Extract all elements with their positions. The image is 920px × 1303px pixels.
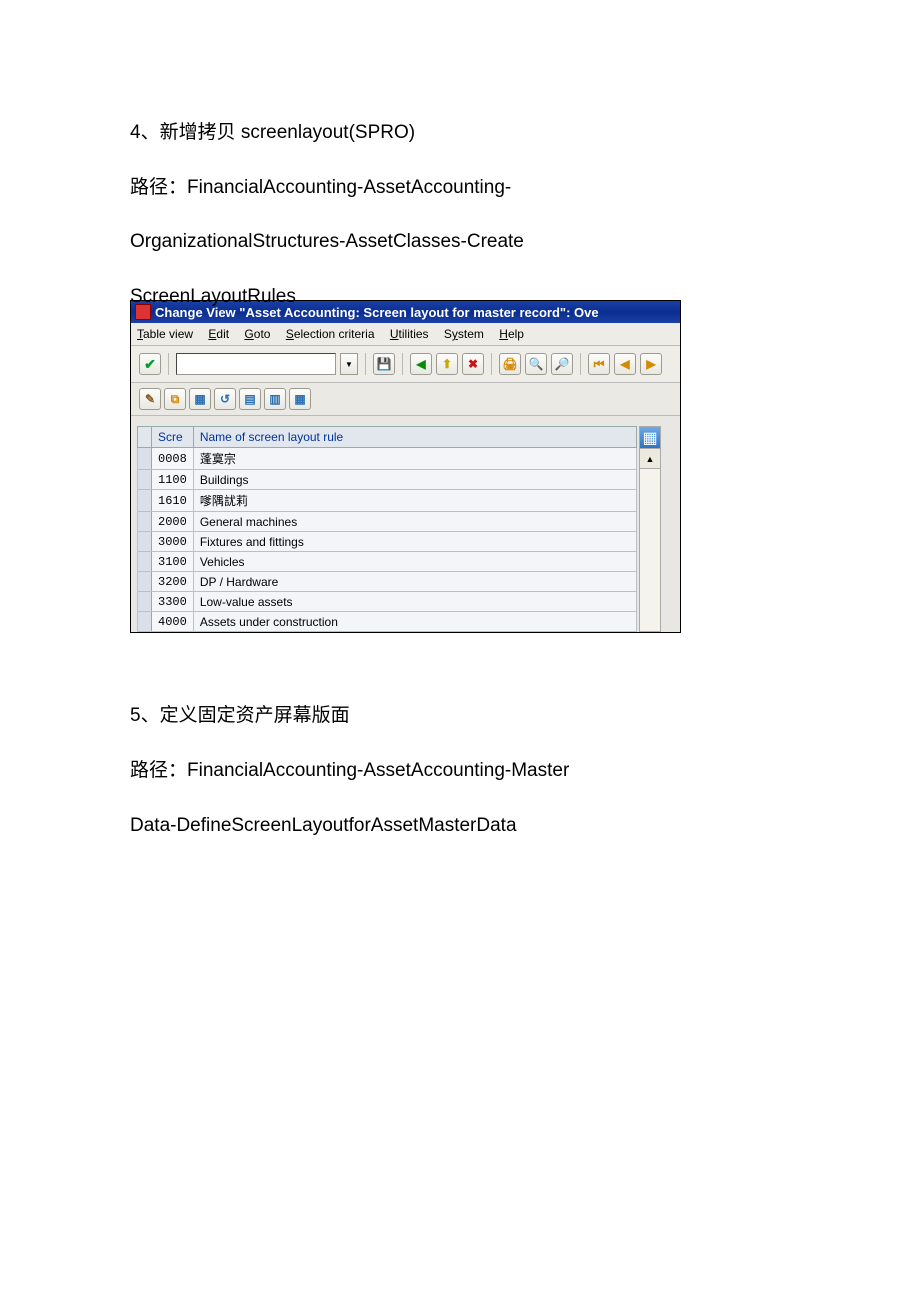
find-icon[interactable]: 🔍 (525, 353, 547, 375)
cell-name[interactable]: DP / Hardware (193, 572, 636, 592)
row-selector[interactable] (138, 490, 152, 512)
table-row[interactable]: 3300Low-value assets (138, 592, 637, 612)
row-selector[interactable] (138, 532, 152, 552)
application-toolbar: ✎ ⧉ ▦ ↺ ▤ ▥ ▦ (131, 383, 680, 416)
table-scrollbar[interactable]: ▦ ▲ (639, 426, 661, 632)
cell-name[interactable]: 嗲隅訧莉 (193, 490, 636, 512)
section4-heading: 4、新增拷贝 screenlayout(SPRO) (130, 120, 790, 147)
cancel-icon[interactable]: ✖ (462, 353, 484, 375)
exit-icon[interactable]: ⬆ (436, 353, 458, 375)
screen-layout-table: Scre Name of screen layout rule 0008 蓬寞宗… (137, 426, 637, 632)
row-selector[interactable] (138, 552, 152, 572)
cell-name[interactable]: Low-value assets (193, 592, 636, 612)
next-page-icon[interactable]: ▶ (640, 353, 662, 375)
table-area: Scre Name of screen layout rule 0008 蓬寞宗… (131, 416, 680, 632)
cell-name[interactable]: Fixtures and fittings (193, 532, 636, 552)
table-row[interactable]: 0008 蓬寞宗 (138, 448, 637, 470)
cell-code[interactable]: 3000 (152, 532, 194, 552)
row-selector[interactable] (138, 592, 152, 612)
undo-icon[interactable]: ↺ (214, 388, 236, 410)
cell-code[interactable]: 3300 (152, 592, 194, 612)
menu-bar: TTable viewable view Edit Goto Selection… (131, 323, 680, 346)
cell-code[interactable]: 2000 (152, 512, 194, 532)
cell-name[interactable]: Assets under construction (193, 612, 636, 632)
menu-table-view[interactable]: TTable viewable view (137, 327, 193, 341)
col-screen-layout[interactable]: Scre (152, 427, 194, 448)
section5-path-2: Data-DefineScreenLayoutforAssetMasterDat… (130, 813, 790, 840)
cell-code[interactable]: 3200 (152, 572, 194, 592)
table-row[interactable]: 2000General machines (138, 512, 637, 532)
first-page-icon[interactable]: ⏮ (588, 353, 610, 375)
col-select[interactable] (138, 427, 152, 448)
row-selector[interactable] (138, 448, 152, 470)
cell-code[interactable]: 1100 (152, 470, 194, 490)
table-row[interactable]: 4000Assets under construction (138, 612, 637, 632)
config-icon[interactable]: ▦ (289, 388, 311, 410)
select-all-icon[interactable]: ▤ (239, 388, 261, 410)
cell-name[interactable]: General machines (193, 512, 636, 532)
command-field[interactable] (176, 353, 336, 375)
cell-code[interactable]: 4000 (152, 612, 194, 632)
scroll-up-icon[interactable]: ▲ (640, 449, 660, 469)
cell-code[interactable]: 3100 (152, 552, 194, 572)
separator (491, 353, 492, 375)
cell-code[interactable]: 0008 (152, 448, 194, 470)
command-dropdown-icon[interactable]: ▼ (340, 353, 358, 375)
separator (402, 353, 403, 375)
table-row[interactable]: 3100Vehicles (138, 552, 637, 572)
window-titlebar: Change View "Asset Accounting: Screen la… (131, 301, 680, 323)
app-icon (135, 304, 151, 320)
new-entries-icon[interactable]: ✎ (139, 388, 161, 410)
table-row[interactable]: 1100Buildings (138, 470, 637, 490)
row-selector[interactable] (138, 470, 152, 490)
copy-icon[interactable]: ⧉ (164, 388, 186, 410)
row-selector[interactable] (138, 572, 152, 592)
section4-path-1: 路径：FinancialAccounting-AssetAccounting- (130, 175, 790, 202)
section5-heading: 5、定义固定资产屏幕版面 (130, 703, 790, 730)
row-selector[interactable] (138, 612, 152, 632)
cell-name[interactable]: Vehicles (193, 552, 636, 572)
separator (580, 353, 581, 375)
menu-selection-criteria[interactable]: Selection criteria (286, 327, 375, 341)
table-row[interactable]: 3200DP / Hardware (138, 572, 637, 592)
menu-edit[interactable]: Edit (208, 327, 229, 341)
prev-page-icon[interactable]: ◀ (614, 353, 636, 375)
table-settings-icon[interactable]: ▦ (640, 427, 660, 449)
save-icon[interactable]: 💾 (373, 353, 395, 375)
cell-name[interactable]: Buildings (193, 470, 636, 490)
menu-system[interactable]: System (444, 327, 484, 341)
sap-window: Change View "Asset Accounting: Screen la… (130, 300, 681, 633)
table-row[interactable]: 3000Fixtures and fittings (138, 532, 637, 552)
menu-help[interactable]: Help (499, 327, 524, 341)
separator (365, 353, 366, 375)
deselect-all-icon[interactable]: ▥ (264, 388, 286, 410)
col-name[interactable]: Name of screen layout rule (193, 427, 636, 448)
print-icon[interactable]: 🖨 (499, 353, 521, 375)
delete-icon[interactable]: ▦ (189, 388, 211, 410)
window-title: Change View "Asset Accounting: Screen la… (155, 305, 599, 320)
cell-code[interactable]: 1610 (152, 490, 194, 512)
back-icon[interactable]: ◀ (410, 353, 432, 375)
section5-path-1: 路径：FinancialAccounting-AssetAccounting-M… (130, 758, 790, 785)
section4-path-2: OrganizationalStructures-AssetClasses-Cr… (130, 229, 790, 256)
row-selector[interactable] (138, 512, 152, 532)
cell-name[interactable]: 蓬寞宗 (193, 448, 636, 470)
separator (168, 353, 169, 375)
find-next-icon[interactable]: 🔎 (551, 353, 573, 375)
enter-icon[interactable]: ✔ (139, 353, 161, 375)
menu-utilities[interactable]: Utilities (390, 327, 429, 341)
standard-toolbar: ✔ ▼ 💾 ◀ ⬆ ✖ 🖨 🔍 🔎 ⏮ ◀ ▶ (131, 346, 680, 383)
menu-goto[interactable]: Goto (244, 327, 270, 341)
table-row[interactable]: 1610嗲隅訧莉 (138, 490, 637, 512)
scroll-track[interactable] (640, 469, 660, 631)
